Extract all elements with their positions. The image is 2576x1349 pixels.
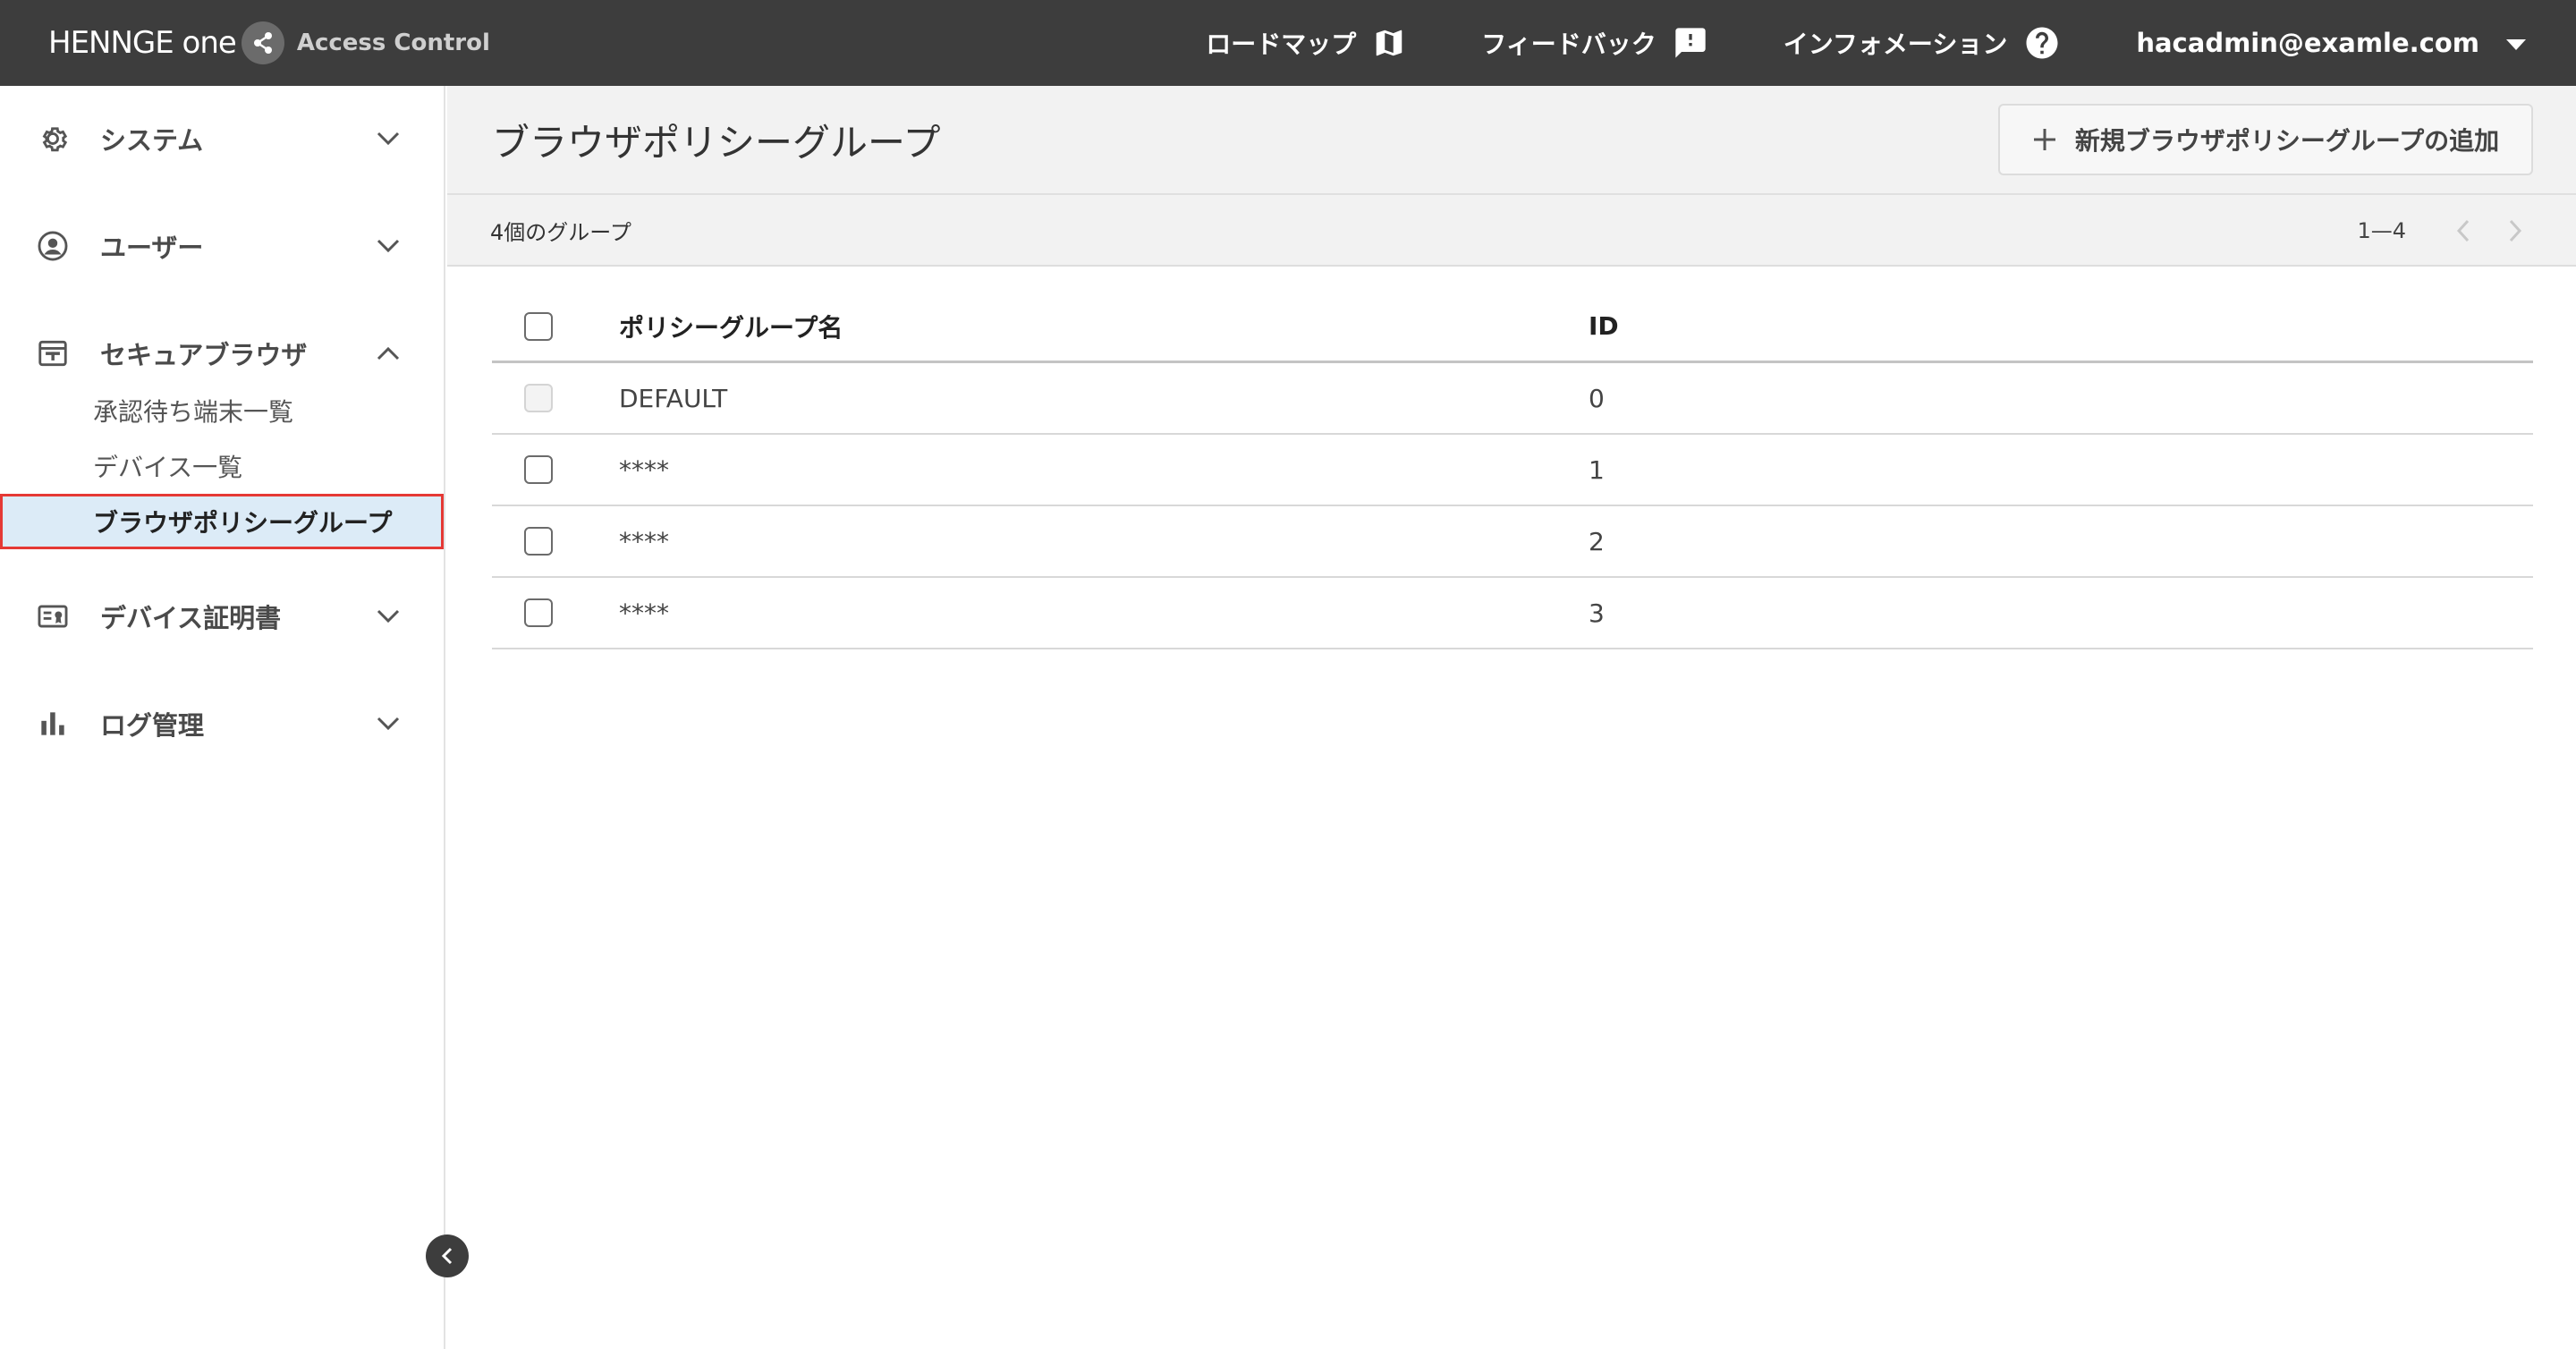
next-page-button[interactable] bbox=[2497, 213, 2533, 249]
select-all-checkbox[interactable] bbox=[524, 311, 553, 341]
feedback-link[interactable]: フィードバック bbox=[1481, 25, 1707, 61]
row-checkbox[interactable] bbox=[524, 455, 553, 484]
column-header-id[interactable]: ID bbox=[1589, 311, 1619, 341]
table-row[interactable]: **** 2 bbox=[492, 506, 2533, 578]
add-browser-policy-group-button[interactable]: 新規ブラウザポリシーグループの追加 bbox=[1998, 104, 2533, 175]
table-header-row: ポリシーグループ名 ID bbox=[492, 292, 2533, 363]
row-checkbox[interactable] bbox=[524, 527, 553, 556]
sidebar-section-device-certificates: デバイス証明書 bbox=[0, 587, 444, 646]
sidebar-item-users[interactable]: ユーザー bbox=[0, 216, 444, 276]
table-row[interactable]: **** 1 bbox=[492, 435, 2533, 506]
user-circle-icon bbox=[36, 229, 72, 263]
chevron-down-icon bbox=[376, 238, 401, 254]
sidebar-item-system[interactable]: システム bbox=[0, 109, 444, 168]
add-button-label: 新規ブラウザポリシーグループの追加 bbox=[2074, 126, 2500, 156]
pagination-range: 1—4 bbox=[2357, 218, 2406, 243]
column-header-name[interactable]: ポリシーグループ名 bbox=[619, 309, 1589, 344]
user-menu[interactable]: hacadmin@examle.com bbox=[2136, 28, 2526, 58]
sidebar-label-users: ユーザー bbox=[100, 233, 204, 263]
sidebar-label-device-certificates: デバイス証明書 bbox=[100, 603, 282, 633]
sidebar-label-log-management: ログ管理 bbox=[100, 710, 205, 741]
chevron-left-icon bbox=[2456, 219, 2470, 242]
collapse-sidebar-button[interactable] bbox=[426, 1234, 469, 1277]
map-icon bbox=[1372, 26, 1406, 60]
information-label: インフォメーション bbox=[1783, 30, 2008, 59]
brand[interactable]: HENNGE one Access Control bbox=[48, 21, 490, 64]
feedback-label: フィードバック bbox=[1481, 30, 1657, 59]
plus-icon bbox=[2032, 127, 2057, 152]
gear-icon bbox=[36, 122, 72, 156]
policy-group-id: 2 bbox=[1589, 526, 1605, 556]
policy-group-name[interactable]: **** bbox=[619, 455, 1589, 485]
table-row[interactable]: **** 3 bbox=[492, 578, 2533, 649]
list-toolbar: 4個のグループ 1—4 bbox=[447, 195, 2576, 267]
caret-down-icon bbox=[2506, 28, 2526, 58]
sidebar-label-system: システム bbox=[100, 125, 204, 156]
help-icon bbox=[2023, 24, 2061, 62]
chevron-right-icon bbox=[2509, 219, 2522, 242]
top-navigation: ロードマップ フィードバック インフォメーション hacadmin@examle… bbox=[1206, 24, 2526, 62]
table-row[interactable]: DEFAULT 0 bbox=[492, 363, 2533, 435]
bar-chart-icon bbox=[36, 707, 72, 741]
policy-group-name[interactable]: **** bbox=[619, 598, 1589, 628]
sidebar-label-secure-browser: セキュアブラウザ bbox=[100, 340, 308, 370]
chevron-down-icon bbox=[376, 608, 401, 624]
previous-page-button[interactable] bbox=[2445, 213, 2481, 249]
pagination: 1—4 bbox=[2357, 195, 2533, 267]
chevron-down-icon bbox=[376, 131, 401, 147]
main-content: ブラウザポリシーグループ 新規ブラウザポリシーグループの追加 4個のグループ 1… bbox=[447, 86, 2576, 1349]
policy-group-name[interactable]: **** bbox=[619, 527, 1589, 556]
roadmap-label: ロードマップ bbox=[1206, 30, 1357, 59]
share-logo-icon bbox=[241, 21, 284, 64]
policy-group-table: ポリシーグループ名 ID DEFAULT 0 **** 1 **** 2 ***… bbox=[492, 292, 2533, 649]
chevron-left-icon bbox=[440, 1246, 454, 1266]
chevron-down-icon bbox=[376, 716, 401, 732]
group-count: 4個のグループ bbox=[490, 219, 631, 245]
sidebar-item-log-management[interactable]: ログ管理 bbox=[0, 694, 444, 753]
sidebar-section-secure-browser: セキュアブラウザ 承認待ち端末一覧 デバイス一覧 ブラウザポリシーグループ bbox=[0, 324, 444, 549]
page-header: ブラウザポリシーグループ 新規ブラウザポリシーグループの追加 bbox=[447, 86, 2576, 195]
feedback-icon bbox=[1673, 25, 1708, 61]
row-checkbox bbox=[524, 384, 553, 412]
user-email: hacadmin@examle.com bbox=[2136, 28, 2479, 58]
sidebar-section-users: ユーザー bbox=[0, 216, 444, 276]
policy-group-name[interactable]: DEFAULT bbox=[619, 384, 1589, 413]
top-bar: HENNGE one Access Control ロードマップ フィードバック bbox=[0, 0, 2576, 86]
sidebar-item-browser-policy-groups[interactable]: ブラウザポリシーグループ bbox=[0, 494, 444, 549]
brand-name: HENNGE one bbox=[48, 25, 237, 61]
sidebar: システム ユーザー セキュアブラウザ 承認待ち端末一覧 デバイス一覧 ブラウザポ… bbox=[0, 86, 445, 1349]
page-title: ブラウザポリシーグループ bbox=[492, 120, 941, 165]
sidebar-item-device-list[interactable]: デバイス一覧 bbox=[0, 438, 444, 494]
policy-group-id: 0 bbox=[1589, 383, 1605, 413]
chevron-up-icon bbox=[376, 345, 401, 361]
sidebar-item-secure-browser[interactable]: セキュアブラウザ bbox=[0, 324, 444, 383]
row-checkbox[interactable] bbox=[524, 598, 553, 627]
roadmap-link[interactable]: ロードマップ bbox=[1206, 25, 1406, 61]
browser-icon bbox=[36, 336, 72, 370]
sidebar-section-log-management: ログ管理 bbox=[0, 694, 444, 753]
policy-group-id: 1 bbox=[1589, 454, 1605, 485]
information-link[interactable]: インフォメーション bbox=[1784, 24, 2062, 62]
policy-group-id: 3 bbox=[1589, 598, 1605, 628]
sidebar-section-system: システム bbox=[0, 109, 444, 168]
sidebar-item-device-certificates[interactable]: デバイス証明書 bbox=[0, 587, 444, 646]
sidebar-item-pending-devices[interactable]: 承認待ち端末一覧 bbox=[0, 383, 444, 438]
certificate-icon bbox=[36, 599, 72, 633]
product-name: Access Control bbox=[296, 30, 490, 56]
